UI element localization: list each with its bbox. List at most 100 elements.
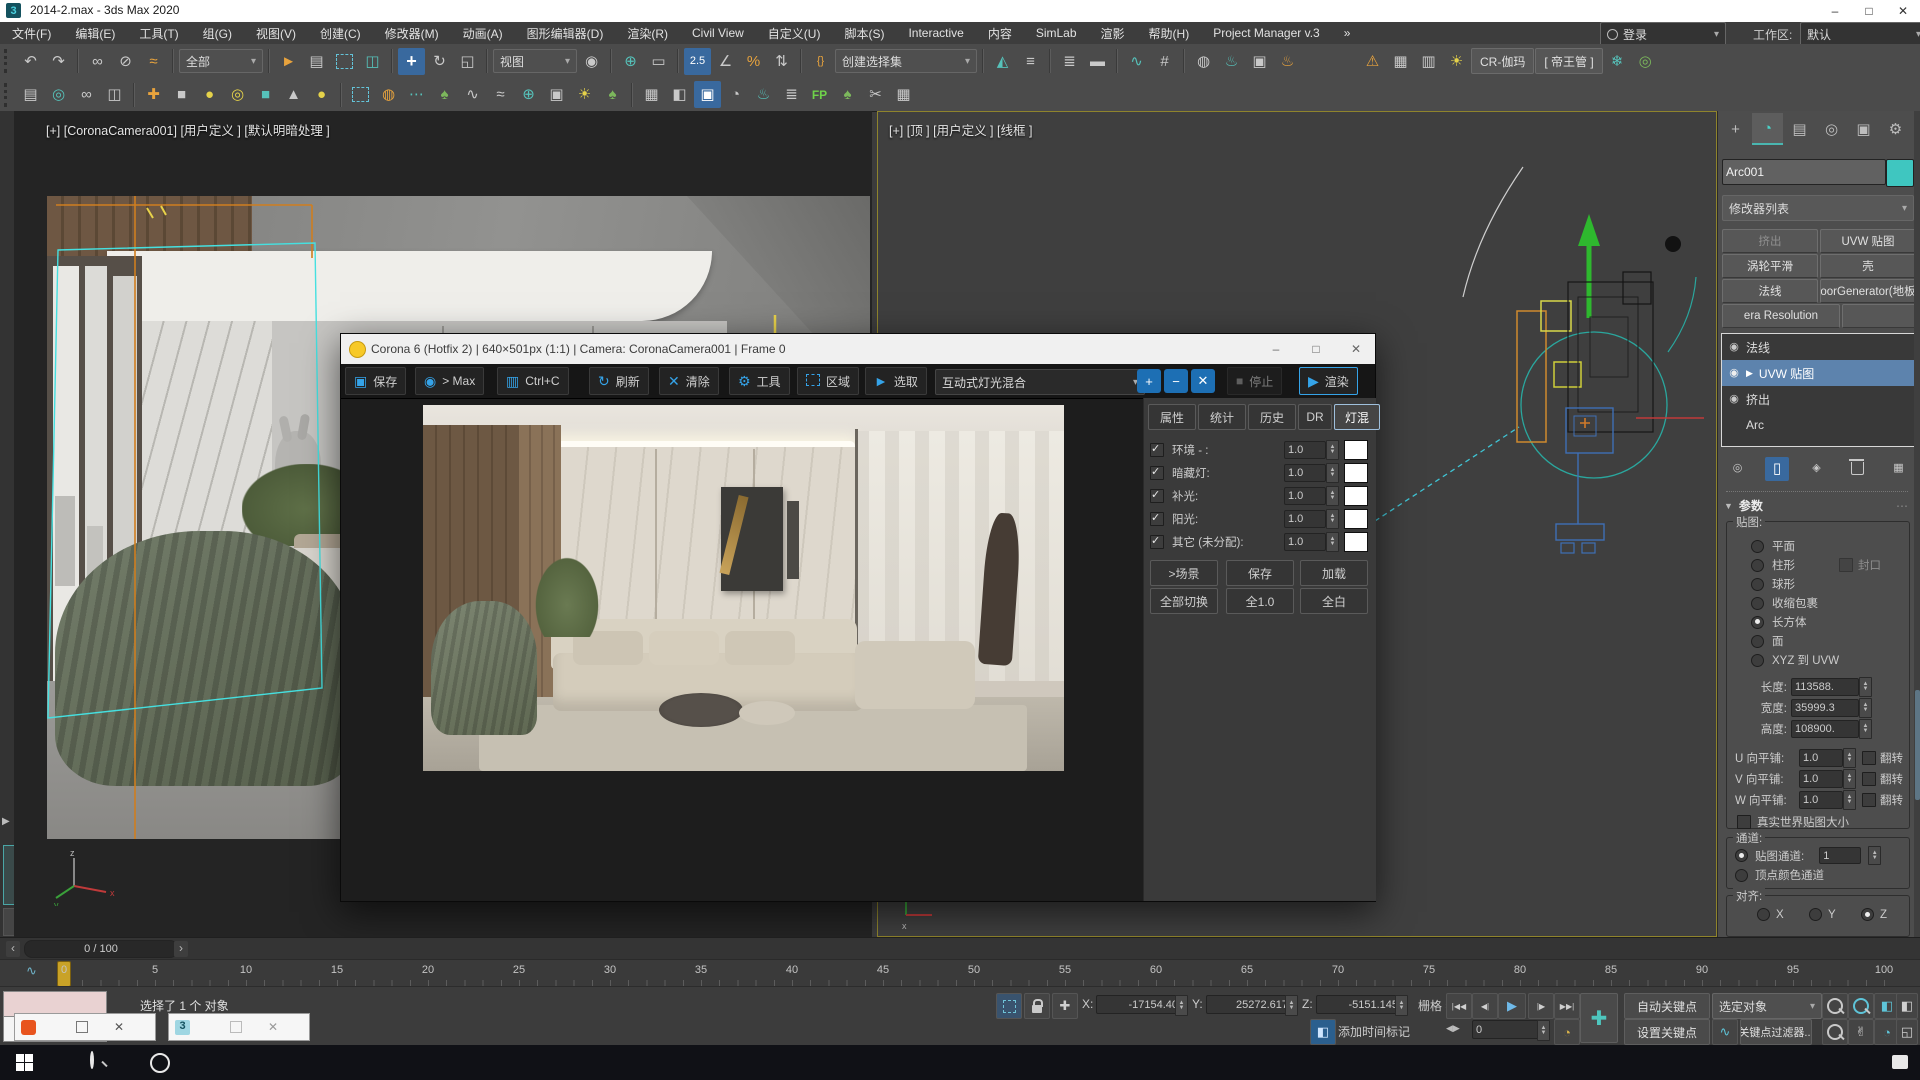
region-zoom-icon[interactable]: [1822, 1019, 1848, 1045]
lightmix-to-scene-button[interactable]: >场景: [1150, 560, 1218, 586]
bind-to-spacewarp-icon[interactable]: ≈: [140, 48, 167, 75]
start-button[interactable]: [16, 1054, 33, 1071]
corona-stop-button[interactable]: ■停止: [1227, 367, 1282, 395]
radio-spherical[interactable]: 球形: [1751, 576, 1795, 592]
dolly-camera-icon[interactable]: ◫: [101, 81, 128, 108]
batch-render-icon[interactable]: ♨: [750, 81, 777, 108]
visibility-eye-icon[interactable]: ◉: [1722, 334, 1746, 361]
tab-history[interactable]: 历史: [1248, 404, 1296, 430]
material-editor-icon[interactable]: ◍: [1190, 48, 1217, 75]
cylinder-tool-icon[interactable]: ■: [252, 81, 279, 108]
menu-simlab[interactable]: SimLab: [1024, 22, 1089, 44]
workspace-dropdown[interactable]: 默认▾: [1800, 22, 1920, 46]
corona-pick-button[interactable]: ►选取: [865, 367, 927, 395]
maximize-viewport-toggle-icon[interactable]: ◱: [1896, 1019, 1918, 1045]
modifier-button-empty[interactable]: [1842, 304, 1916, 328]
divider[interactable]: [1726, 491, 1908, 492]
stack-item-uvw-map-selected[interactable]: ◉ ▶ UVW 贴图: [1722, 360, 1915, 386]
align-x-radio[interactable]: X: [1757, 908, 1784, 921]
tab-properties[interactable]: 属性: [1148, 404, 1196, 430]
modifier-button-uvw-map[interactable]: UVW 贴图: [1820, 229, 1916, 253]
zoom-all-icon[interactable]: [1848, 993, 1874, 1019]
diwang-button[interactable]: [ 帝王管 ]: [1535, 48, 1602, 74]
lightmix-value-field[interactable]: 1.0: [1284, 510, 1326, 528]
align-icon[interactable]: ≡: [1017, 48, 1044, 75]
height-field[interactable]: 108900.: [1791, 720, 1859, 738]
physical-camera-icon[interactable]: ▣: [694, 81, 721, 108]
morph-icon[interactable]: ◧: [666, 81, 693, 108]
previous-frame-button[interactable]: ◀|: [1472, 993, 1498, 1019]
lightmix-spinner[interactable]: ▲▼: [1326, 486, 1339, 506]
tray-icon[interactable]: [1892, 1055, 1908, 1069]
current-frame-field[interactable]: 0: [1472, 1020, 1544, 1039]
length-field[interactable]: 113588.: [1791, 678, 1859, 696]
remove-modifier-icon[interactable]: [1844, 455, 1871, 482]
menu-edit[interactable]: 编辑(E): [63, 22, 127, 44]
close-icon[interactable]: ✕: [114, 1020, 124, 1034]
particles-icon[interactable]: ⋯: [403, 81, 430, 108]
rectangular-selection-region-icon[interactable]: [331, 48, 358, 75]
y-spinner[interactable]: ▲▼: [1285, 995, 1298, 1016]
tab-hierarchy[interactable]: ▤: [1784, 114, 1815, 144]
menu-graph-editors[interactable]: 图形编辑器(D): [515, 22, 616, 44]
w-tile-field[interactable]: 1.0: [1799, 791, 1843, 809]
prev-frame-arrow[interactable]: ‹: [6, 941, 20, 957]
restore-icon[interactable]: [230, 1021, 242, 1033]
zoom-icon[interactable]: [1822, 993, 1848, 1019]
parameters-rollout-header[interactable]: ▼ 参数 ⋯: [1724, 497, 1763, 514]
lightmix-save-button[interactable]: 保存: [1226, 560, 1294, 586]
set-keys-big-button[interactable]: ✚: [1580, 993, 1618, 1043]
camera-viewport-label[interactable]: [+] [CoronaCamera001] [用户定义 ] [默认明暗处理 ]: [46, 120, 330, 139]
make-unique-icon[interactable]: ◈: [1803, 455, 1830, 482]
selection-lock-icon[interactable]: [1024, 993, 1050, 1019]
track-curve-icon[interactable]: ∿: [26, 963, 37, 979]
x-spinner[interactable]: ▲▼: [1175, 995, 1188, 1016]
link-tool-icon[interactable]: ∞: [73, 81, 100, 108]
stack-item-arc[interactable]: Arc: [1722, 412, 1915, 438]
lightmix-color-swatch[interactable]: [1344, 486, 1368, 506]
corona-minimize-button[interactable]: –: [1261, 342, 1291, 356]
menu-modifiers[interactable]: 修改器(M): [373, 22, 451, 44]
lightmix-color-swatch[interactable]: [1344, 509, 1368, 529]
add-time-tag-cube-icon[interactable]: ◧: [1310, 1019, 1336, 1045]
corona-render-button[interactable]: ▶渲染: [1299, 367, 1358, 395]
align-y-radio[interactable]: Y: [1809, 908, 1836, 921]
modifier-button-extrude[interactable]: 挤出: [1722, 229, 1818, 253]
panel-scrollbar-thumb[interactable]: [1915, 690, 1920, 800]
lightmix-checkbox[interactable]: [1150, 443, 1164, 457]
play-animation-button[interactable]: ▶: [1498, 993, 1526, 1019]
corona-to-max-button[interactable]: ◉> Max: [415, 367, 484, 395]
transform-typein-icon[interactable]: ✚: [1052, 993, 1078, 1019]
tab-utilities[interactable]: ⚙: [1880, 114, 1911, 144]
minimized-max-render-window[interactable]: 3 ✕: [168, 1013, 310, 1041]
plant-library-icon[interactable]: ♠: [599, 81, 626, 108]
menu-animation[interactable]: 动画(A): [451, 22, 515, 44]
menu-scripting[interactable]: 脚本(S): [832, 22, 896, 44]
lightmix-value-field[interactable]: 1.0: [1284, 464, 1326, 482]
pin-stack-icon[interactable]: ◎: [1724, 455, 1751, 482]
menu-file[interactable]: 文件(F): [0, 22, 63, 44]
menu-interactive[interactable]: Interactive: [896, 22, 975, 44]
tab-display[interactable]: ▣: [1848, 114, 1879, 144]
go-to-end-button[interactable]: ▶▶|: [1554, 993, 1580, 1019]
cap-checkbox[interactable]: 封口: [1839, 557, 1881, 573]
height-spinner[interactable]: ▲▼: [1859, 719, 1872, 739]
redo-icon[interactable]: ↷: [45, 48, 72, 75]
lightmix-value-field[interactable]: 1.0: [1284, 487, 1326, 505]
corona-zoom-out-button[interactable]: −: [1164, 369, 1188, 393]
light-lister-icon[interactable]: ☀: [1443, 48, 1470, 75]
modifier-button-floorgenerator[interactable]: oorGenerator(地板: [1820, 279, 1916, 303]
lightmix-value-field[interactable]: 1.0: [1284, 533, 1326, 551]
modifier-button-shell[interactable]: 壳: [1820, 254, 1916, 278]
percent-snap-icon[interactable]: %: [740, 48, 767, 75]
next-frame-arrow[interactable]: ›: [174, 941, 188, 957]
schematic-view-icon[interactable]: #: [1151, 48, 1178, 75]
corona-maximize-button[interactable]: □: [1301, 342, 1331, 356]
menu-civil-view[interactable]: Civil View: [680, 22, 756, 44]
menu-views[interactable]: 视图(V): [244, 22, 308, 44]
object-name-field[interactable]: Arc001: [1722, 159, 1886, 185]
marquee-region-icon[interactable]: [347, 81, 374, 108]
configure-modifier-sets-icon[interactable]: ▦: [1885, 455, 1912, 482]
tab-stats[interactable]: 统计: [1198, 404, 1246, 430]
corona-zoom-fit-button[interactable]: ✕: [1191, 369, 1215, 393]
